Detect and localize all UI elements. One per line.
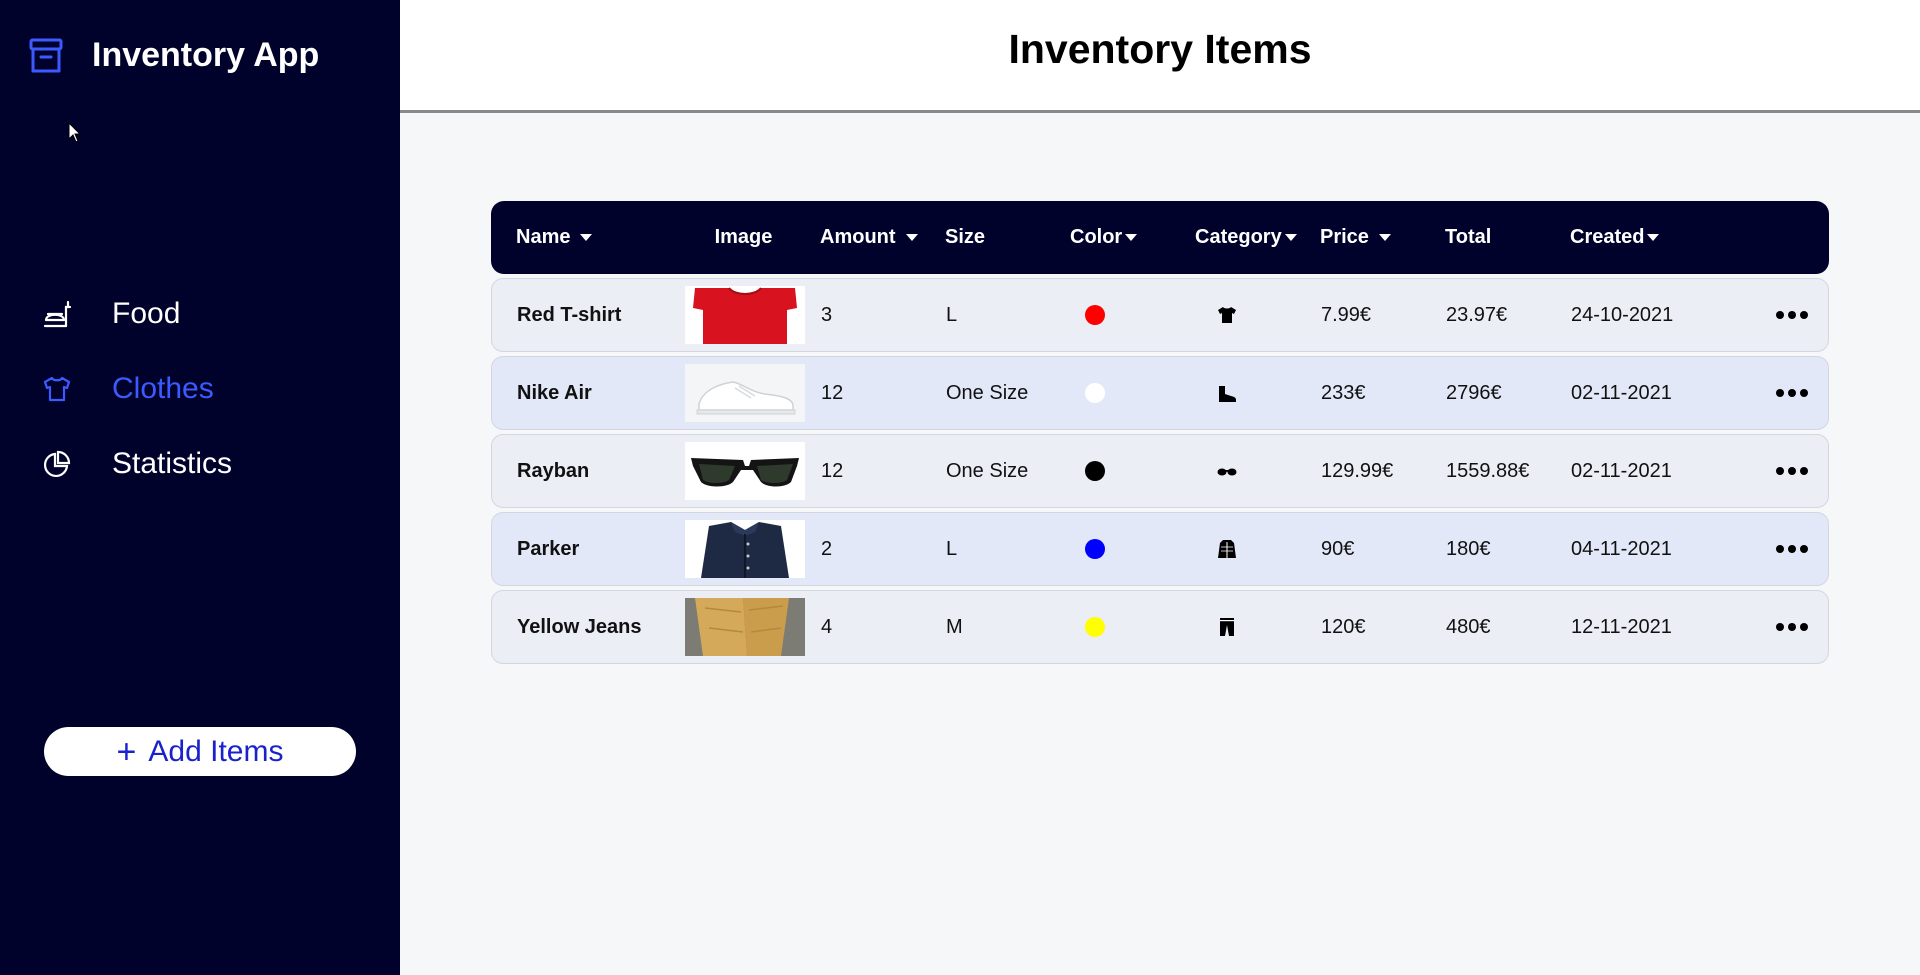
item-amount: 12 (821, 459, 844, 482)
item-created: 24-10-2021 (1571, 303, 1674, 326)
more-options-icon[interactable] (1776, 467, 1808, 475)
item-amount: 12 (821, 381, 844, 404)
table-row[interactable]: Rayban 12 One Size 129.99€ 1559.88€ 02-1… (491, 434, 1829, 508)
add-items-button[interactable]: + Add Items (44, 727, 356, 776)
tshirt-icon (1218, 307, 1236, 323)
column-header-price[interactable]: Price (1306, 226, 1431, 249)
sunglasses-image (684, 442, 805, 500)
item-name: Red T-shirt (517, 303, 622, 326)
item-price: 129.99€ (1321, 459, 1394, 482)
item-name: Yellow Jeans (517, 615, 642, 638)
item-total: 23.97€ (1446, 303, 1508, 326)
red-tshirt-image (684, 286, 805, 344)
item-size: M (946, 615, 963, 638)
more-options-icon[interactable] (1776, 623, 1808, 631)
item-price: 120€ (1321, 615, 1366, 638)
column-header-image: Image (714, 226, 773, 248)
item-size: L (946, 303, 958, 326)
sort-caret-icon[interactable] (1378, 234, 1391, 241)
white-sneaker-image (684, 364, 805, 422)
sidebar: Inventory App Food Clothes Statistics + … (0, 0, 400, 975)
column-header-total: Total (1445, 226, 1492, 248)
color-swatch (1085, 539, 1105, 559)
color-swatch (1085, 305, 1105, 325)
table-row[interactable]: Red T-shirt 3 L 7.99€ 23.97€ 24-10-2021 (491, 278, 1829, 352)
item-created: 12-11-2021 (1571, 615, 1672, 638)
brand[interactable]: Inventory App (28, 36, 319, 75)
item-amount: 4 (821, 615, 833, 638)
color-swatch (1085, 461, 1105, 481)
navy-jacket-image (684, 520, 805, 578)
inventory-table: Name Image Amount Size Color Category Pr… (491, 201, 1829, 664)
app-title: Inventory App (92, 36, 320, 74)
color-swatch (1085, 383, 1105, 403)
item-created: 02-11-2021 (1571, 459, 1672, 482)
sort-caret-icon[interactable] (1284, 234, 1297, 241)
sidebar-item-food[interactable]: Food (40, 276, 380, 351)
item-created: 04-11-2021 (1571, 537, 1672, 560)
sort-caret-icon[interactable] (1125, 234, 1138, 241)
table-header: Name Image Amount Size Color Category Pr… (491, 201, 1829, 274)
glasses-icon (1217, 468, 1237, 476)
column-header-amount[interactable]: Amount (806, 226, 931, 249)
plus-icon: + (116, 732, 137, 771)
page-title: Inventory Items (1008, 26, 1312, 72)
table-row[interactable]: Parker 2 L 90€ 180€ 04-11-2021 (491, 512, 1829, 586)
item-price: 233€ (1321, 381, 1366, 404)
sidebar-item-statistics[interactable]: Statistics (40, 426, 380, 501)
sort-caret-icon[interactable] (905, 234, 918, 241)
item-name: Rayban (517, 459, 590, 482)
item-amount: 2 (821, 537, 833, 560)
item-price: 90€ (1321, 537, 1355, 560)
item-size: L (946, 537, 958, 560)
item-price: 7.99€ (1321, 303, 1372, 326)
item-name: Nike Air (517, 381, 592, 404)
sidebar-item-label: Statistics (112, 446, 233, 480)
item-created: 02-11-2021 (1571, 381, 1672, 404)
sidebar-item-label: Food (112, 296, 181, 330)
column-header-size: Size (945, 226, 986, 248)
shirt-icon (40, 372, 74, 406)
item-name: Parker (517, 537, 580, 560)
sidebar-item-label: Clothes (112, 371, 214, 405)
table-row[interactable]: Nike Air 12 One Size 233€ 2796€ 02-11-20… (491, 356, 1829, 430)
sort-caret-icon[interactable] (1647, 234, 1660, 241)
column-header-color[interactable]: Color (1056, 226, 1181, 249)
archive-box-icon (29, 38, 63, 72)
column-header-created[interactable]: Created (1556, 226, 1681, 249)
sidebar-nav: Food Clothes Statistics (40, 276, 380, 501)
food-icon (40, 297, 74, 331)
mouse-cursor-icon (68, 122, 82, 143)
page-header: Inventory Items (400, 0, 1920, 113)
jacket-icon (1218, 540, 1236, 558)
shoe-icon (1219, 386, 1236, 402)
pants-icon (1220, 618, 1234, 636)
item-size: One Size (946, 459, 1029, 482)
item-total: 480€ (1446, 615, 1491, 638)
item-amount: 3 (821, 303, 833, 326)
color-swatch (1085, 617, 1105, 637)
item-total: 1559.88€ (1446, 459, 1530, 482)
add-items-label: Add Items (148, 734, 284, 768)
more-options-icon[interactable] (1776, 389, 1808, 397)
yellow-jeans-image (684, 598, 805, 656)
more-options-icon[interactable] (1776, 311, 1808, 319)
pie-chart-icon (40, 447, 74, 481)
column-header-name[interactable]: Name (491, 226, 681, 249)
item-total: 180€ (1446, 537, 1491, 560)
more-options-icon[interactable] (1776, 545, 1808, 553)
sidebar-item-clothes[interactable]: Clothes (40, 351, 380, 426)
item-size: One Size (946, 381, 1029, 404)
table-row[interactable]: Yellow Jeans 4 M 120€ 480€ 12-11-2021 (491, 590, 1829, 664)
item-total: 2796€ (1446, 381, 1502, 404)
column-header-category[interactable]: Category (1181, 226, 1306, 249)
sort-caret-icon[interactable] (580, 234, 593, 241)
